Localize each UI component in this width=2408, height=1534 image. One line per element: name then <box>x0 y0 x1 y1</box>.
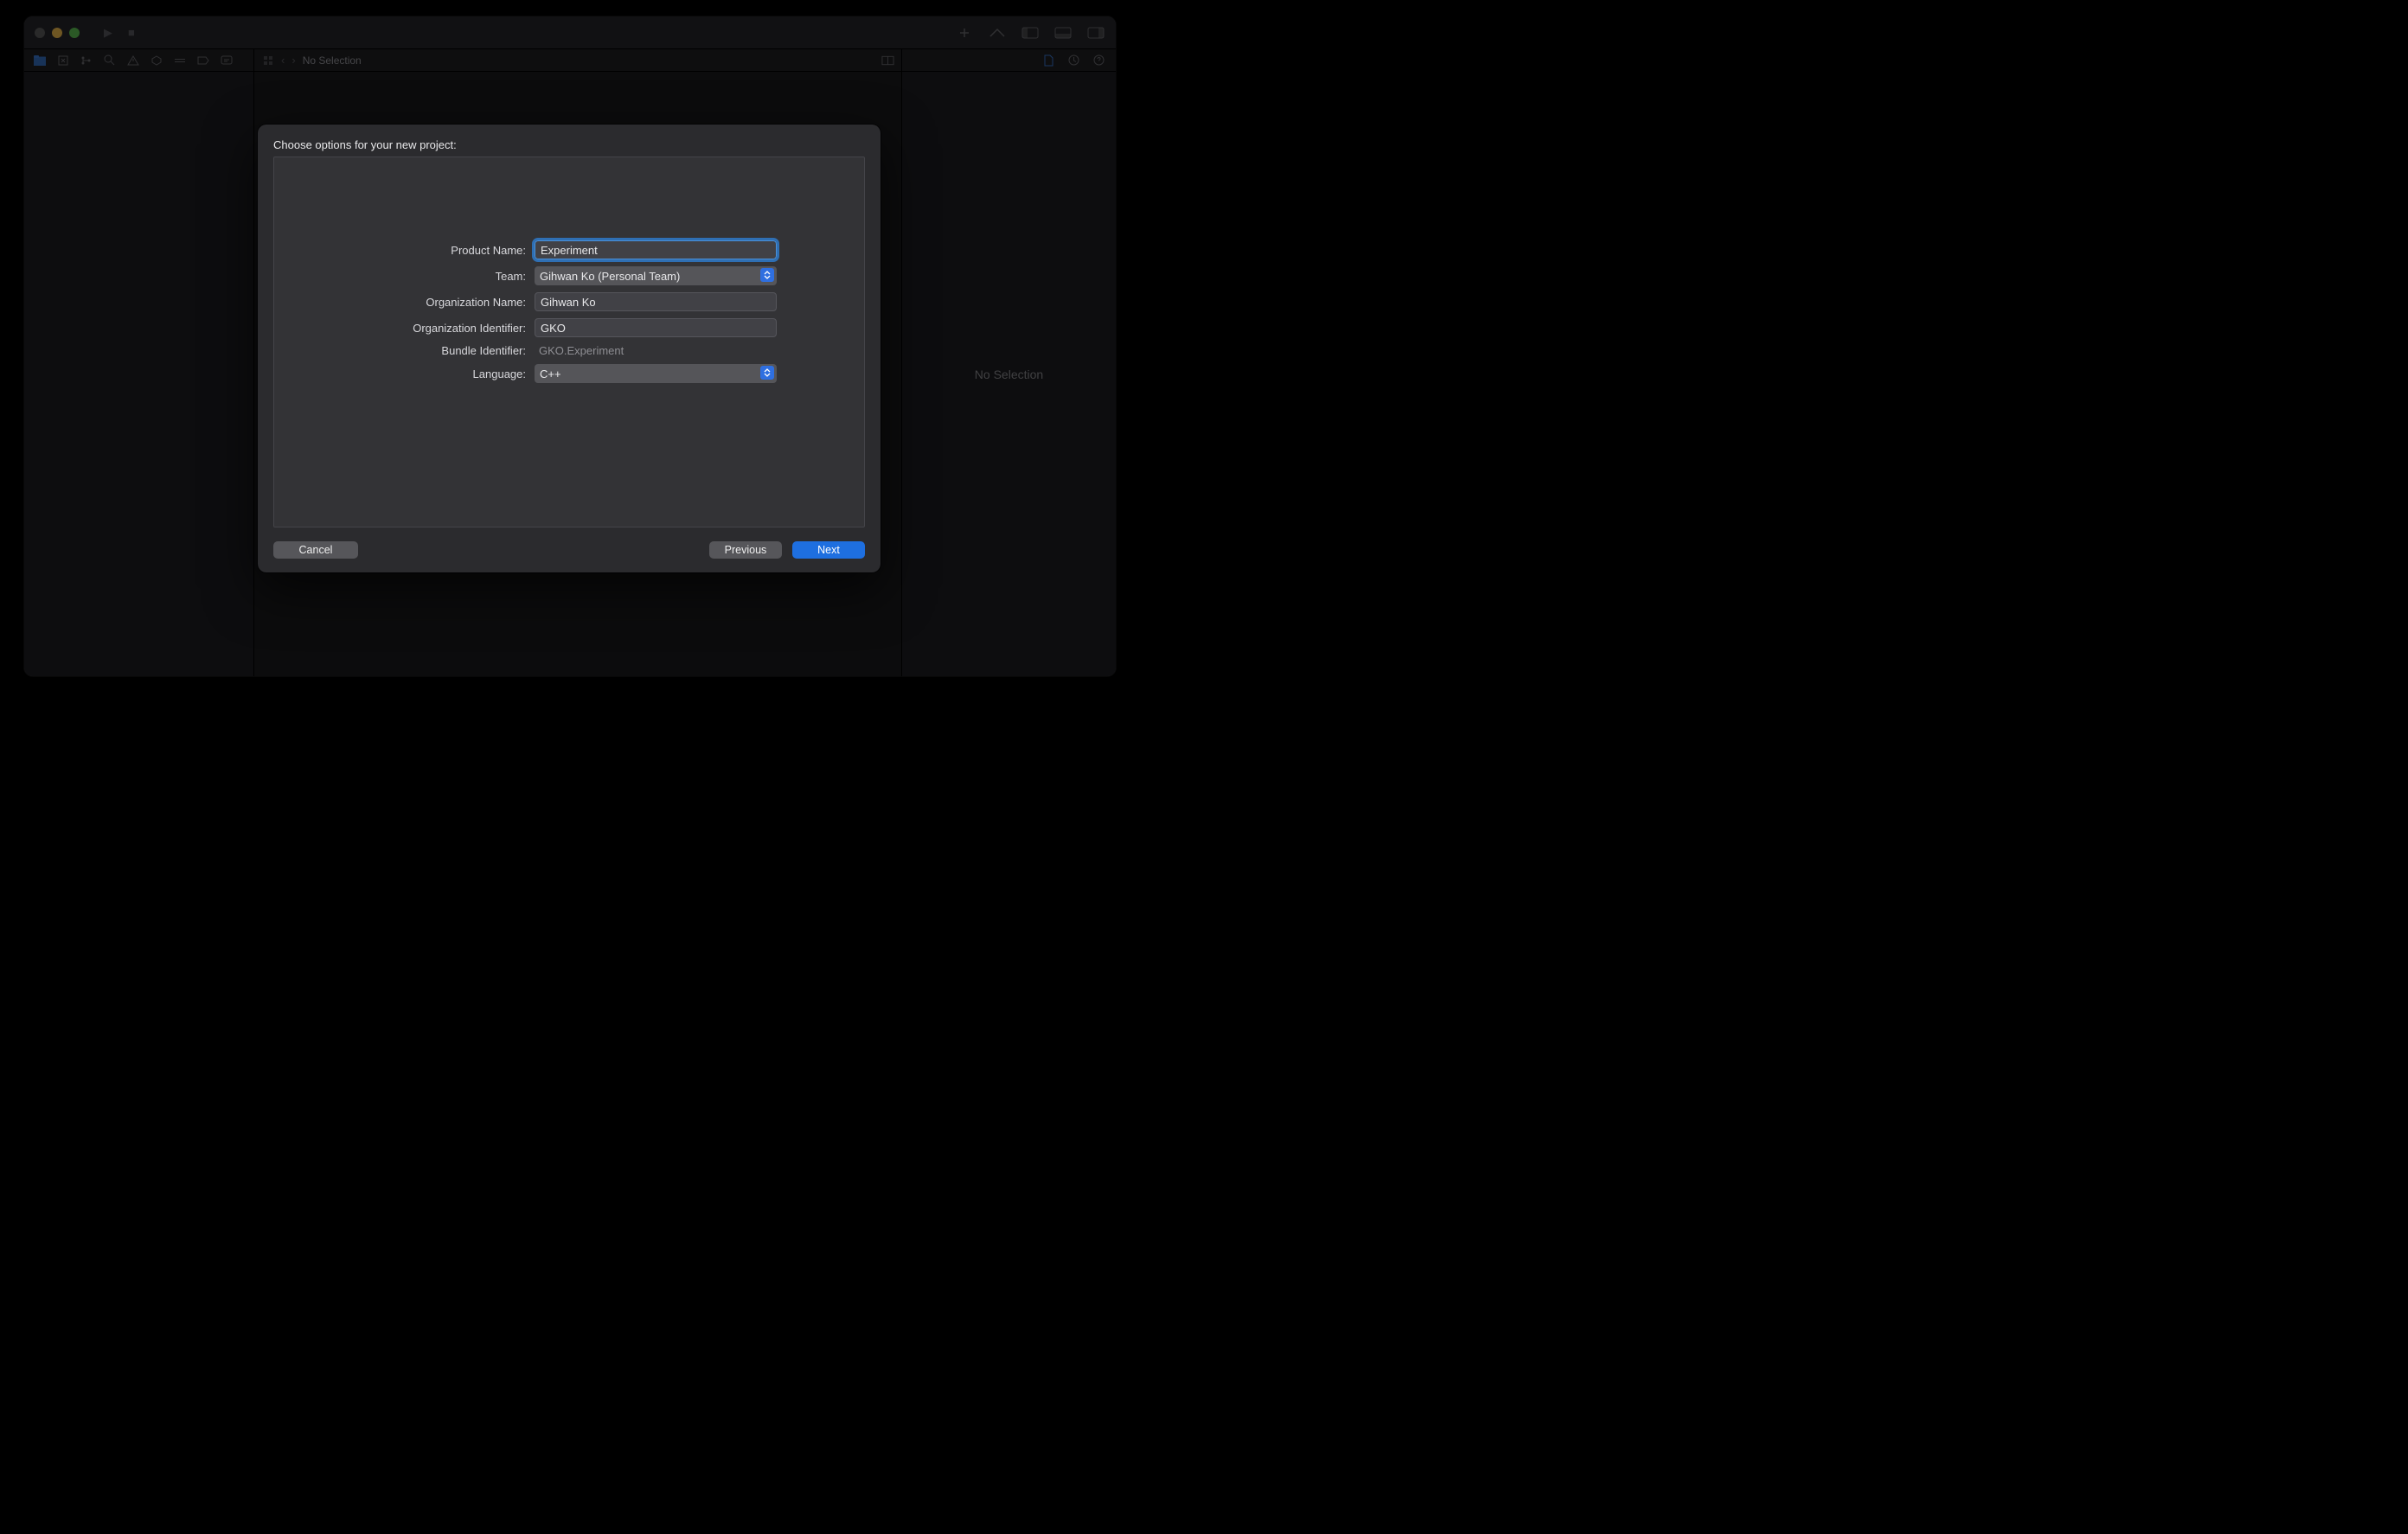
editor-layout-icon[interactable] <box>881 54 894 67</box>
minimize-window-button[interactable] <box>52 28 62 38</box>
plus-icon[interactable] <box>955 26 974 40</box>
chevron-up-down-icon <box>760 366 774 380</box>
team-value: Gihwan Ko (Personal Team) <box>540 270 680 283</box>
run-icon[interactable]: ▶ <box>104 26 112 40</box>
cancel-button[interactable]: Cancel <box>273 541 358 559</box>
new-project-sheet: Choose options for your new project: Pro… <box>258 125 881 572</box>
sheet-content-frame: Product Name: Team: Gihwan Ko (Personal … <box>273 157 865 527</box>
find-navigator-icon[interactable] <box>103 54 116 67</box>
related-items-icon[interactable] <box>261 54 274 67</box>
bundle-identifier-value: GKO.Experiment <box>535 344 777 357</box>
help-inspector-icon[interactable] <box>1092 54 1105 67</box>
nav-forward-icon[interactable]: › <box>291 54 295 67</box>
stop-icon[interactable]: ■ <box>128 26 135 40</box>
language-value: C++ <box>540 368 561 380</box>
nav-back-icon[interactable]: ‹ <box>281 54 285 67</box>
history-inspector-icon[interactable] <box>1067 54 1080 67</box>
file-inspector-icon[interactable] <box>1042 54 1055 67</box>
source-control-navigator-icon[interactable] <box>56 54 69 67</box>
inspector-panel: No Selection <box>901 72 1116 676</box>
chevron-up-down-icon <box>760 268 774 282</box>
titlebar: ▶ ■ <box>24 16 1116 49</box>
team-label: Team: <box>362 270 526 283</box>
sheet-title: Choose options for your new project: <box>273 138 865 151</box>
language-popup[interactable]: C++ <box>535 364 777 383</box>
inspector-no-selection: No Selection <box>975 368 1043 381</box>
sheet-buttons: Cancel Previous Next <box>273 541 865 559</box>
test-navigator-icon[interactable] <box>150 54 163 67</box>
team-popup[interactable]: Gihwan Ko (Personal Team) <box>535 266 777 285</box>
secondary-toolbar: ‹ › No Selection <box>24 49 1116 72</box>
bottom-panel-icon[interactable] <box>1054 26 1073 40</box>
organization-name-label: Organization Name: <box>362 296 526 309</box>
breadcrumb-no-selection: No Selection <box>303 54 362 67</box>
run-stop-group: ▶ ■ <box>104 26 135 40</box>
breakpoint-navigator-icon[interactable] <box>196 54 209 67</box>
zoom-window-button[interactable] <box>69 28 80 38</box>
window-controls <box>35 28 80 38</box>
symbol-navigator-icon[interactable] <box>80 54 93 67</box>
code-review-icon[interactable] <box>988 26 1007 40</box>
issue-navigator-icon[interactable] <box>126 54 139 67</box>
right-panel-icon[interactable] <box>1086 26 1105 40</box>
navigator-sidebar <box>24 72 254 676</box>
organization-identifier-input[interactable] <box>535 318 777 337</box>
next-button[interactable]: Next <box>792 541 865 559</box>
report-navigator-icon[interactable] <box>220 54 233 67</box>
previous-button[interactable]: Previous <box>709 541 782 559</box>
project-options-form: Product Name: Team: Gihwan Ko (Personal … <box>362 240 777 383</box>
left-panel-icon[interactable] <box>1021 26 1040 40</box>
product-name-input[interactable] <box>535 240 777 259</box>
product-name-label: Product Name: <box>362 244 526 257</box>
organization-name-input[interactable] <box>535 292 777 311</box>
project-navigator-icon[interactable] <box>33 54 46 67</box>
language-label: Language: <box>362 368 526 380</box>
bundle-identifier-label: Bundle Identifier: <box>362 344 526 357</box>
debug-navigator-icon[interactable] <box>173 54 186 67</box>
organization-identifier-label: Organization Identifier: <box>362 322 526 335</box>
close-window-button[interactable] <box>35 28 45 38</box>
